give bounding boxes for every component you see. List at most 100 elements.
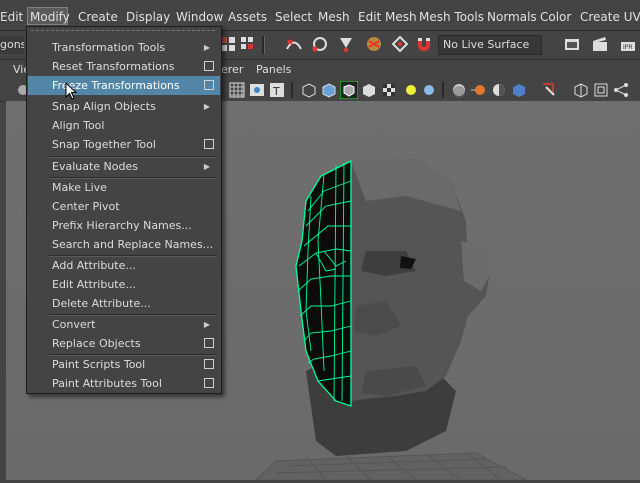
option-box-icon[interactable]: [204, 61, 214, 71]
xray-joints-icon[interactable]: [592, 81, 610, 99]
menu-item-paint-attributes-tool[interactable]: Paint Attributes Tool: [28, 374, 220, 393]
menu-item-convert[interactable]: Convert ▶: [28, 315, 220, 334]
wireframe-icon[interactable]: [300, 81, 318, 99]
live-surface-field[interactable]: No Live Surface: [438, 35, 542, 55]
menu-item-prefix-hierarchy-names[interactable]: Prefix Hierarchy Names...: [28, 216, 220, 235]
menu-item-label: Search and Replace Names...: [52, 238, 214, 251]
menu-item-delete-attribute[interactable]: Delete Attribute...: [28, 294, 220, 313]
share-icon[interactable]: [612, 81, 630, 99]
menu-set-field[interactable]: gons: [0, 36, 24, 54]
menu-item-transformation-tools[interactable]: Transformation Tools ▶: [28, 38, 220, 57]
snap-view-icon[interactable]: [336, 34, 356, 54]
menu-item-label: Transformation Tools: [52, 41, 166, 54]
menu-item-center-pivot[interactable]: Center Pivot: [28, 197, 220, 216]
menu-item-search-replace-names[interactable]: Search and Replace Names...: [28, 235, 220, 254]
menu-item-label: Convert: [52, 318, 96, 331]
shadows-icon[interactable]: [420, 81, 438, 99]
option-box-icon[interactable]: [204, 139, 214, 149]
clapper-icon[interactable]: [590, 34, 610, 54]
menu-item-evaluate-nodes[interactable]: Evaluate Nodes ▶: [28, 157, 220, 176]
menu-item-add-attribute[interactable]: Add Attribute...: [28, 256, 220, 275]
menu-item-make-live[interactable]: Make Live: [28, 178, 220, 197]
menu-item-label: Delete Attribute...: [52, 297, 151, 310]
menu-create-uvs[interactable]: Create UVs: [580, 8, 640, 26]
snap-curve-icon[interactable]: [284, 34, 304, 54]
toolbar-separator: [442, 82, 444, 98]
wire-on-shaded-icon[interactable]: [340, 81, 358, 99]
menu-edit[interactable]: Edit: [0, 8, 23, 26]
shelf-separator: [262, 36, 265, 54]
menu-item-replace-objects[interactable]: Replace Objects: [28, 334, 220, 353]
submenu-arrow-icon: ▶: [203, 320, 210, 329]
snap-grid-icon[interactable]: [390, 34, 410, 54]
submenu-arrow-icon: ▶: [203, 162, 210, 171]
menu-item-paint-scripts-tool[interactable]: Paint Scripts Tool: [28, 355, 220, 374]
menu-modify[interactable]: Modify: [27, 7, 70, 25]
menu-item-freeze-transformations[interactable]: Freeze Transformations: [28, 76, 220, 95]
film-gate-icon[interactable]: [248, 81, 266, 99]
menu-mesh-tools[interactable]: Mesh Tools: [419, 8, 484, 26]
submenu-arrow-icon: ▶: [203, 102, 210, 111]
render-settings-icon[interactable]: [562, 34, 582, 54]
menu-item-label: Edit Attribute...: [52, 278, 136, 291]
grid-display-icon[interactable]: [228, 81, 246, 99]
anti-alias-icon[interactable]: [490, 81, 508, 99]
menu-mesh[interactable]: Mesh: [318, 8, 350, 26]
wireframe-half: [295, 159, 352, 407]
grid-snap-icon[interactable]: [238, 34, 258, 54]
text-toggle-icon[interactable]: T: [268, 81, 286, 99]
motion-blur-icon[interactable]: [470, 81, 488, 99]
magnet-icon[interactable]: [414, 34, 434, 54]
panel-menu-renderer[interactable]: erer: [221, 63, 243, 76]
smooth-shade-icon[interactable]: [320, 81, 338, 99]
menu-item-label: Paint Attributes Tool: [52, 377, 162, 390]
floor-grid: [254, 452, 527, 481]
default-material-icon[interactable]: [360, 81, 378, 99]
menu-item-label: Paint Scripts Tool: [52, 358, 146, 371]
menu-item-label: Add Attribute...: [52, 259, 136, 272]
texture-icon[interactable]: [380, 81, 398, 99]
menu-normals[interactable]: Normals: [487, 8, 537, 26]
svg-text:IPR: IPR: [623, 44, 633, 51]
option-box-icon[interactable]: [204, 378, 214, 388]
menu-item-label: Snap Together Tool: [52, 138, 156, 151]
svg-text:T: T: [272, 85, 280, 98]
option-box-icon[interactable]: [204, 359, 214, 369]
menu-item-label: Evaluate Nodes: [52, 160, 138, 173]
menu-display[interactable]: Display: [126, 8, 170, 26]
ipr-render-icon[interactable]: IPR: [618, 34, 638, 54]
xray-icon[interactable]: [572, 81, 590, 99]
menu-item-snap-together-tool[interactable]: Snap Together Tool: [28, 135, 220, 154]
menu-tear-off[interactable]: [31, 30, 215, 35]
menu-item-label: Prefix Hierarchy Names...: [52, 219, 192, 232]
menu-assets[interactable]: Assets: [228, 8, 267, 26]
menu-color[interactable]: Color: [540, 8, 571, 26]
menu-item-label: Center Pivot: [52, 200, 120, 213]
all-lights-icon[interactable]: [402, 81, 420, 99]
option-box-icon[interactable]: [204, 338, 214, 348]
submenu-arrow-icon: ▶: [203, 43, 210, 52]
menu-item-snap-align-objects[interactable]: Snap Align Objects ▶: [28, 97, 220, 116]
toolbar-separator: [291, 82, 293, 98]
menu-item-reset-transformations[interactable]: Reset Transformations: [28, 57, 220, 76]
modify-dropdown-menu: Transformation Tools ▶ Reset Transformati…: [26, 26, 222, 394]
menu-item-edit-attribute[interactable]: Edit Attribute...: [28, 275, 220, 294]
menu-item-align-tool[interactable]: Align Tool: [28, 116, 220, 135]
isolate-select-icon[interactable]: [540, 81, 558, 99]
panel-menu-panels[interactable]: Panels: [256, 63, 291, 76]
menu-edit-mesh[interactable]: Edit Mesh: [358, 8, 417, 26]
menu-item-label: Snap Align Objects: [52, 100, 156, 113]
snap-surface-icon[interactable]: [364, 34, 384, 54]
option-box-icon[interactable]: [204, 80, 214, 90]
menu-item-label: Make Live: [52, 181, 107, 194]
menu-item-label: Replace Objects: [52, 337, 141, 350]
menu-create[interactable]: Create: [78, 8, 118, 26]
menu-item-label: Align Tool: [52, 119, 105, 132]
menu-select[interactable]: Select: [275, 8, 312, 26]
snap-point-icon[interactable]: [310, 34, 330, 54]
menu-window[interactable]: Window: [176, 8, 223, 26]
ambient-occlusion-icon[interactable]: [450, 81, 468, 99]
menu-item-label: Reset Transformations: [52, 60, 175, 73]
mouse-pointer-icon: [65, 82, 77, 100]
depth-of-field-icon[interactable]: [510, 81, 528, 99]
